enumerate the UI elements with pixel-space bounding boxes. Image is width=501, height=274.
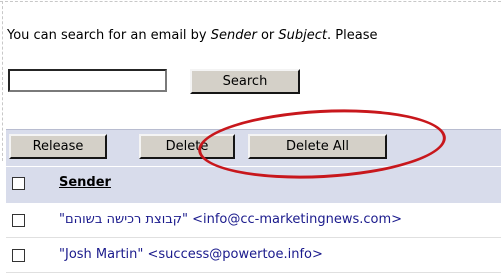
intro-subject-term: Subject xyxy=(278,28,328,43)
dashed-border-left xyxy=(2,1,3,161)
select-all-checkbox[interactable] xyxy=(12,177,25,190)
intro-text: You can search for an email by xyxy=(7,28,211,43)
sender-email[interactable]: "קבוצת רכישה בשוהם" <info@cc-marketingne… xyxy=(59,212,402,227)
row-checkbox[interactable] xyxy=(12,249,25,262)
release-button[interactable]: Release xyxy=(9,134,107,159)
search-input[interactable] xyxy=(8,69,167,92)
search-button[interactable]: Search xyxy=(190,69,300,94)
search-instructions: You can search for an email by Sender or… xyxy=(7,28,377,43)
sender-name: Josh Martin xyxy=(64,247,138,262)
dashed-border-top xyxy=(0,1,501,2)
intro-text: or xyxy=(256,28,279,43)
sender-name: קבוצת רכישה בשוהם xyxy=(64,212,182,227)
sender-address: " <success@powertoe.info> xyxy=(137,247,323,262)
intro-text: . Please xyxy=(327,28,378,43)
row-checkbox[interactable] xyxy=(12,214,25,227)
delete-button[interactable]: Delete xyxy=(139,134,235,159)
sender-address: " <info@cc-marketingnews.com> xyxy=(182,212,403,227)
sender-column-header[interactable]: Sender xyxy=(59,175,111,190)
delete-all-button[interactable]: Delete All xyxy=(248,134,387,159)
intro-sender-term: Sender xyxy=(210,28,257,43)
sender-email[interactable]: "Josh Martin" <success@powertoe.info> xyxy=(59,247,323,262)
